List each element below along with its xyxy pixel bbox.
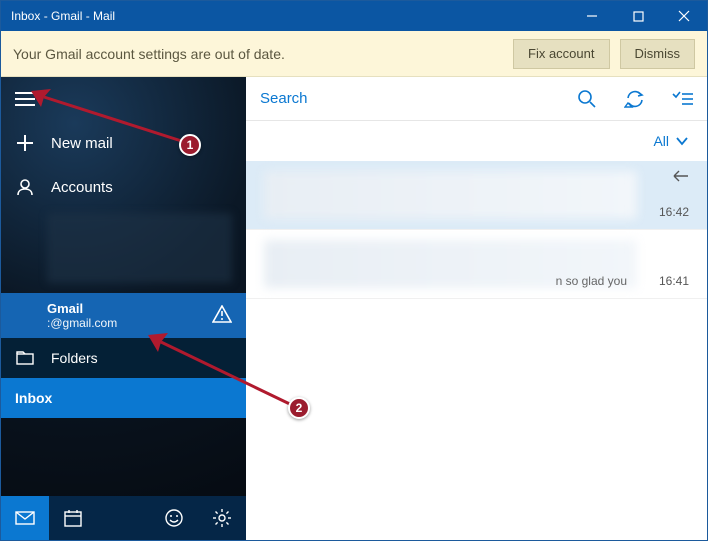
- plus-icon: [15, 135, 35, 151]
- calendar-app-button[interactable]: [49, 496, 97, 540]
- notification-message: Your Gmail account settings are out of d…: [13, 46, 503, 62]
- search-placeholder: Search: [260, 90, 308, 107]
- message-item[interactable]: 16:42: [246, 161, 707, 230]
- filter-label: All: [653, 133, 669, 149]
- account-preview-blur: [47, 213, 232, 283]
- fix-account-button[interactable]: Fix account: [513, 39, 609, 69]
- sidebar: New mail Accounts Gmail :@gmail.com: [1, 77, 246, 540]
- folder-inbox[interactable]: Inbox: [1, 378, 246, 418]
- folder-icon: [15, 351, 35, 365]
- dismiss-button[interactable]: Dismiss: [620, 39, 696, 69]
- message-time: 16:42: [659, 205, 689, 219]
- search-icon: [577, 89, 597, 109]
- maximize-button[interactable]: [615, 1, 661, 31]
- select-mode-button[interactable]: [659, 77, 707, 121]
- message-time: 16:41: [659, 274, 689, 288]
- sync-button[interactable]: [611, 77, 659, 121]
- checklist-icon: [672, 91, 694, 107]
- person-icon: [15, 178, 35, 196]
- search-button[interactable]: [563, 77, 611, 121]
- bottom-bar: [1, 496, 246, 540]
- mail-icon: [15, 511, 35, 525]
- filter-row[interactable]: All: [246, 121, 707, 161]
- gear-icon: [212, 508, 232, 528]
- reply-icon: [671, 169, 689, 187]
- mail-app-button[interactable]: [1, 496, 49, 540]
- close-button[interactable]: [661, 1, 707, 31]
- account-name: Gmail: [47, 301, 232, 316]
- sync-icon: [624, 89, 646, 109]
- chevron-down-icon: [675, 136, 689, 146]
- hamburger-icon: [15, 92, 35, 106]
- feedback-button[interactable]: [150, 496, 198, 540]
- minimize-button[interactable]: [569, 1, 615, 31]
- new-mail-label: New mail: [51, 135, 113, 152]
- content-pane: Search All: [246, 77, 707, 540]
- notification-bar: Your Gmail account settings are out of d…: [1, 31, 707, 77]
- titlebar: Inbox - Gmail - Mail: [1, 1, 707, 31]
- hamburger-button[interactable]: [1, 77, 246, 121]
- inbox-label: Inbox: [15, 390, 52, 406]
- message-item[interactable]: n so glad you 16:41: [246, 230, 707, 299]
- message-list: 16:42 n so glad you 16:41: [246, 161, 707, 540]
- accounts-header[interactable]: Accounts: [1, 165, 246, 209]
- window-title: Inbox - Gmail - Mail: [1, 9, 569, 23]
- account-email: :@gmail.com: [47, 316, 232, 330]
- account-item-gmail[interactable]: Gmail :@gmail.com: [1, 293, 246, 338]
- new-mail-button[interactable]: New mail: [1, 121, 246, 165]
- folders-label: Folders: [51, 350, 98, 366]
- calendar-icon: [64, 509, 82, 527]
- warning-icon: [212, 305, 232, 328]
- message-preview-blur: [264, 171, 637, 219]
- search-bar: Search: [246, 77, 707, 121]
- accounts-label: Accounts: [51, 179, 113, 196]
- message-snippet: n so glad you: [556, 274, 627, 288]
- search-input[interactable]: Search: [246, 77, 563, 120]
- smile-icon: [164, 508, 184, 528]
- folders-header[interactable]: Folders: [1, 338, 246, 378]
- settings-button[interactable]: [198, 496, 246, 540]
